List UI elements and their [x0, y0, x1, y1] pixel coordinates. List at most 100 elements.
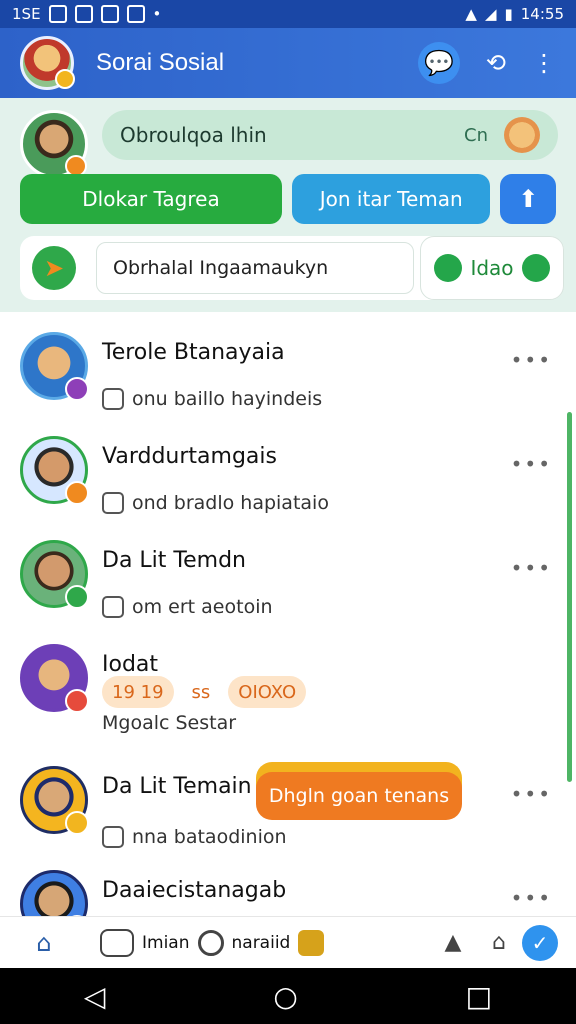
- list-item-sub: Mgoalc Sestar: [102, 712, 236, 734]
- back-icon[interactable]: ◁: [84, 980, 106, 1013]
- text-field-value: Obrhalal Ingaamaukyn: [113, 257, 329, 279]
- chip[interactable]: OIOXO: [228, 676, 307, 708]
- avatar[interactable]: [20, 436, 89, 505]
- list-item-sub-text: onu baillo hayindeis: [132, 388, 323, 410]
- list-item-sub: nna bataodinion: [102, 826, 287, 848]
- location-pin-icon: ➤: [32, 246, 76, 290]
- edit-icon: [102, 492, 124, 514]
- list-item[interactable]: Terole Btanayaia onu baillo hayindeis ••…: [0, 322, 576, 432]
- location-label: Idao: [470, 256, 514, 280]
- wifi-icon: ▲: [465, 5, 477, 23]
- heart-icon: [102, 826, 124, 848]
- share-up-icon: ⬆: [518, 185, 539, 213]
- share-icon[interactable]: ⟲: [486, 51, 506, 75]
- chip[interactable]: 19 19: [102, 676, 174, 708]
- status-bar: 1SE • ▲ ◢ ▮ 14:55: [0, 0, 576, 28]
- emoji-icon: [504, 117, 540, 153]
- list-item-sub-text: ond bradlo hapiataio: [132, 492, 329, 514]
- check-icon: ✓: [522, 924, 558, 961]
- home-icon[interactable]: ○: [273, 980, 297, 1013]
- tab-icon[interactable]: [100, 928, 134, 957]
- notification-icon: [100, 5, 119, 23]
- scrollbar[interactable]: [567, 412, 572, 782]
- primary-button-label: Dlokar Tagrea: [82, 187, 220, 211]
- list-item-name: Daaiecistanagab: [102, 878, 287, 903]
- more-icon[interactable]: •••: [511, 348, 552, 372]
- more-vertical-icon[interactable]: ⋮: [532, 51, 556, 75]
- list-item-sub-text: Mgoalc Sestar: [102, 712, 237, 734]
- notification-icon: [48, 5, 67, 23]
- avatar[interactable]: [20, 766, 89, 835]
- badge-icon: [65, 811, 89, 835]
- notification-icon: [74, 5, 93, 23]
- toast[interactable]: Dhgln goan tenans: [256, 772, 462, 820]
- list-item-name: Da Lit Temain: [102, 774, 252, 799]
- heart-icon: [102, 388, 124, 410]
- secondary-button-label: Jon itar Teman: [319, 187, 463, 211]
- status-time: 14:55: [520, 5, 564, 23]
- secondary-button[interactable]: Jon itar Teman: [291, 174, 491, 224]
- status-bubble[interactable]: Obroulqoa lhin Cn: [102, 110, 558, 160]
- search-icon[interactable]: [197, 929, 224, 956]
- location-icon: [434, 254, 463, 282]
- list-item-sub: onu baillo hayindeis: [102, 388, 322, 410]
- action-buttons: Dlokar Tagrea Jon itar Teman ⬆: [20, 174, 556, 224]
- location-button[interactable]: Idao: [420, 236, 564, 300]
- more-icon[interactable]: •••: [511, 452, 552, 476]
- input-row: ➤ Obrhalal Ingaamaukyn Idao: [20, 236, 564, 300]
- bubble-right-text: Cn: [464, 124, 488, 146]
- system-navigation: ◁ ○ □: [0, 968, 576, 1024]
- list-item[interactable]: Daaiecistanagab •••: [0, 860, 576, 916]
- notification-icon: [126, 5, 145, 23]
- badge-icon: [65, 481, 89, 505]
- more-icon[interactable]: •••: [511, 886, 552, 910]
- cup-icon[interactable]: [298, 929, 325, 956]
- app-actions: 💬 ⟲ ⋮: [417, 42, 556, 84]
- nav-mid-label-1: Imian: [142, 932, 190, 953]
- badge-icon: [65, 689, 89, 713]
- app-bar: Sorai Sosial 💬 ⟲ ⋮: [0, 28, 576, 98]
- list-item[interactable]: Da Lit Temdn om ert aeotoin •••: [0, 530, 576, 640]
- person-icon[interactable]: ▲: [430, 917, 476, 969]
- primary-button[interactable]: Dlokar Tagrea: [20, 174, 282, 224]
- status-left: 1SE •: [12, 5, 161, 23]
- chip-row: 19 19 ss OIOXO: [102, 676, 307, 708]
- bottom-nav: ⌂ Imian naraiid ▲ ⌂ ✓: [0, 916, 576, 968]
- check-button[interactable]: ✓: [522, 917, 558, 969]
- bubble-text: Obroulqoa lhin: [120, 123, 267, 147]
- checkbox-icon: [102, 596, 124, 618]
- chat-icon: 💬: [423, 49, 454, 77]
- badge-icon: [65, 377, 89, 401]
- list-item[interactable]: Varddurtamgais ond bradlo hapiataio •••: [0, 426, 576, 536]
- avatar[interactable]: [20, 36, 75, 90]
- home-icon[interactable]: ⌂: [18, 917, 70, 969]
- avatar[interactable]: [20, 110, 88, 178]
- chip[interactable]: ss: [181, 676, 221, 708]
- text-field[interactable]: Obrhalal Ingaamaukyn: [96, 242, 414, 294]
- list-item-sub: om ert aeotoin: [102, 596, 273, 618]
- list-item-name: Da Lit Temdn: [102, 548, 246, 573]
- more-icon[interactable]: •••: [511, 782, 552, 806]
- friend-list: Terole Btanayaia onu baillo hayindeis ••…: [0, 312, 576, 916]
- list-item-name: Terole Btanayaia: [102, 340, 285, 365]
- share-up-button[interactable]: ⬆: [500, 174, 556, 224]
- chat-button[interactable]: 💬: [417, 42, 460, 84]
- list-item-sub-text: nna bataodinion: [132, 826, 287, 848]
- avatar[interactable]: [20, 644, 89, 713]
- profile-icon[interactable]: ⌂: [476, 917, 522, 969]
- more-icon[interactable]: •••: [511, 556, 552, 580]
- check-badge-icon: [65, 585, 89, 609]
- battery-icon: ▮: [504, 5, 513, 23]
- signal-icon: ◢: [484, 5, 497, 23]
- avatar[interactable]: [20, 332, 89, 401]
- avatar[interactable]: [20, 870, 89, 916]
- list-item-sub: ond bradlo hapiataio: [102, 492, 329, 514]
- star-badge-icon: [55, 69, 75, 89]
- recents-icon[interactable]: □: [466, 980, 492, 1013]
- list-item-name: Iodat: [102, 652, 159, 677]
- status-right: ▲ ◢ ▮ 14:55: [465, 5, 564, 23]
- toast-text: Dhgln goan tenans: [268, 785, 450, 807]
- avatar[interactable]: [20, 540, 89, 609]
- dot-icon: •: [152, 5, 162, 23]
- nav-mid-label-2: naraiid: [231, 932, 291, 953]
